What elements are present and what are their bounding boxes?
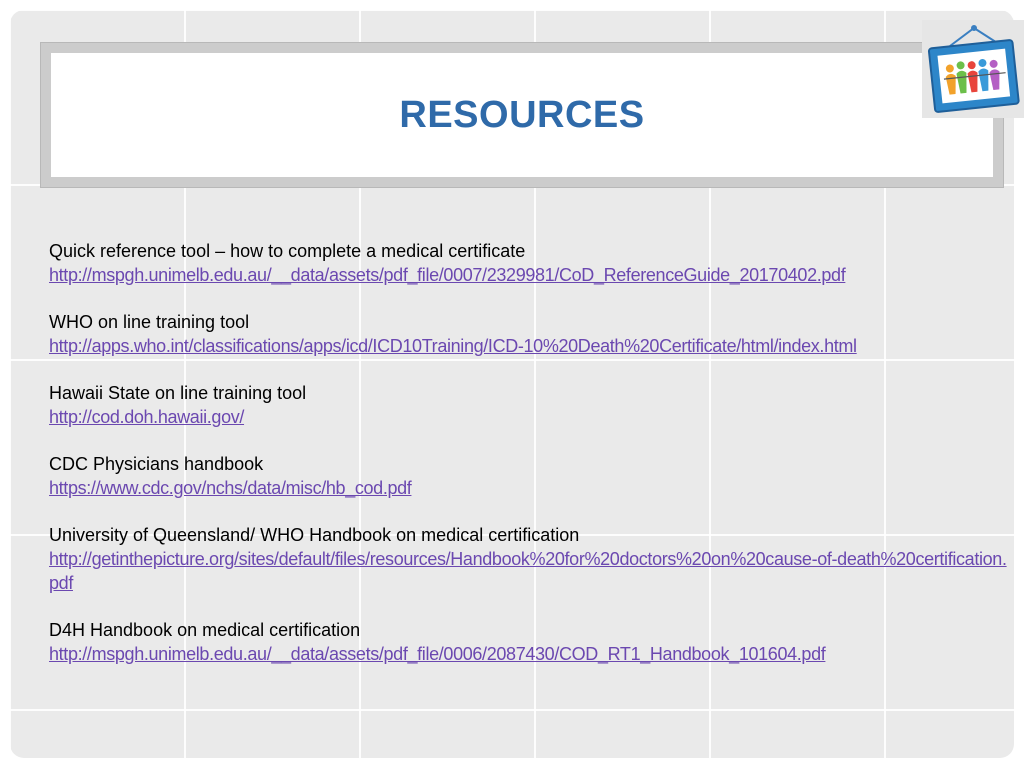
- resource-item-who-training: WHO on line training tool http://apps.wh…: [49, 310, 1009, 358]
- resource-link[interactable]: http://getinthepicture.org/sites/default…: [49, 547, 1009, 595]
- resource-label: CDC Physicians handbook: [49, 454, 264, 474]
- resource-label: University of Queensland/ WHO Handbook o…: [49, 525, 580, 545]
- slide-background: RESOURCES Quick reference tool – how to …: [10, 10, 1014, 758]
- slide-title: RESOURCES: [399, 93, 645, 136]
- resource-label: Hawaii State on line training tool: [49, 383, 307, 403]
- resource-item-quick-reference: Quick reference tool – how to complete a…: [49, 239, 1009, 287]
- resource-label: Quick reference tool – how to complete a…: [49, 241, 526, 261]
- children-picture-frame-icon: [922, 20, 1024, 118]
- resource-item-d4h-handbook: D4H Handbook on medical certification ht…: [49, 618, 1009, 666]
- resource-link[interactable]: https://www.cdc.gov/nchs/data/misc/hb_co…: [49, 476, 1009, 500]
- resource-item-cdc-handbook: CDC Physicians handbook https://www.cdc.…: [49, 452, 1009, 500]
- resource-item-uq-who-handbook: University of Queensland/ WHO Handbook o…: [49, 523, 1009, 595]
- resource-link[interactable]: http://cod.doh.hawaii.gov/: [49, 405, 1009, 429]
- resource-link[interactable]: http://apps.who.int/classifications/apps…: [49, 334, 1009, 358]
- resource-link[interactable]: http://mspgh.unimelb.edu.au/__data/asset…: [49, 642, 1009, 666]
- resource-label: D4H Handbook on medical certification: [49, 620, 361, 640]
- title-box: RESOURCES: [51, 53, 993, 177]
- resource-label: WHO on line training tool: [49, 312, 250, 332]
- title-frame: RESOURCES: [40, 42, 1004, 188]
- resource-list: Quick reference tool – how to complete a…: [49, 239, 1009, 689]
- resource-item-hawaii-training: Hawaii State on line training tool http:…: [49, 381, 1009, 429]
- resource-link[interactable]: http://mspgh.unimelb.edu.au/__data/asset…: [49, 263, 1009, 287]
